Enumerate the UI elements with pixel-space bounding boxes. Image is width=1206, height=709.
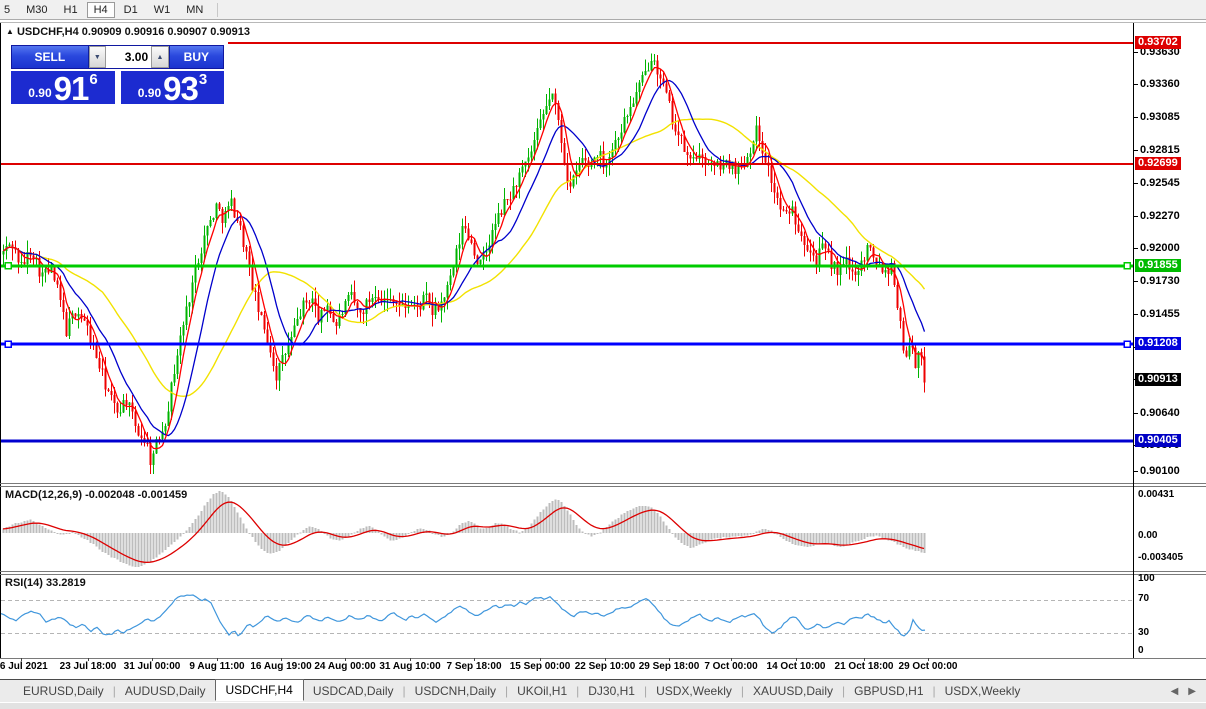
indicator-scale-label: 0.00431 [1138,489,1174,500]
panel-separator[interactable] [0,483,1206,484]
axis-tick-mark [1134,150,1138,151]
axis-tick-mark [1134,248,1138,249]
timeframe-button-h1[interactable]: H1 [57,2,85,18]
rsi-legend: RSI(14) 33.2819 [5,577,86,589]
price-chart-canvas[interactable] [1,23,1133,483]
time-axis-label: 14 Oct 10:00 [767,661,826,672]
chart-tab-eurusd-daily[interactable]: EURUSD,Daily [14,682,113,700]
indicator-scale-label: 100 [1138,573,1155,584]
tab-scroll-left-icon[interactable]: ◀ [1171,686,1179,697]
indicator-scale-label: 30 [1138,627,1149,638]
indicator-scale-label: 0.00 [1138,530,1157,541]
time-axis-tick [796,658,797,661]
axis-tick-mark [1134,471,1138,472]
toolbar-separator [217,3,218,17]
time-axis-label: 31 Jul 00:00 [124,661,181,672]
timeframe-button-d1[interactable]: D1 [117,2,145,18]
axis-tick-mark [1134,183,1138,184]
panel-separator[interactable] [0,571,1206,572]
time-axis-tick [345,658,346,661]
chart-tab-usdchf-h4[interactable]: USDCHF,H4 [215,679,304,701]
rsi-indicator-canvas [1,575,1133,658]
price-level-flag: 0.92699 [1135,157,1181,170]
price-axis-tick: 0.92000 [1140,242,1180,254]
axis-tick-mark [1134,314,1138,315]
axis-tick-mark [1134,413,1138,414]
time-axis-tick [731,658,732,661]
tab-scroll-right-icon[interactable]: ▶ [1188,686,1196,697]
time-axis-tick [88,658,89,661]
price-axis-tick: 0.90100 [1140,465,1180,477]
time-axis-label: 29 Oct 00:00 [899,661,958,672]
axis-tick-mark [1134,52,1138,53]
chart-tab-xauusd-daily[interactable]: XAUUSD,Daily [744,682,842,700]
x-axis-separator [0,658,1206,659]
time-axis-tick [152,658,153,661]
time-axis-tick [669,658,670,661]
price-level-flag: 0.91208 [1135,337,1181,350]
time-axis-label: 29 Sep 18:00 [639,661,700,672]
axis-tick-mark [1134,281,1138,282]
timeframe-button-mn[interactable]: MN [179,2,210,18]
time-axis-label: 7 Sep 18:00 [446,661,501,672]
mt4-window: 5M30H1H4D1W1MN ▲ USDCHF,H4 0.90909 0.909… [0,0,1206,708]
price-axis-tick: 0.93085 [1140,111,1180,123]
chart-tab-usdx-weekly[interactable]: USDX,Weekly [647,682,741,700]
time-axis-label: 16 Jul 2021 [0,661,48,672]
indicator-scale-label: 0 [1138,645,1144,656]
price-axis-tick: 0.91730 [1140,275,1180,287]
chart-tab-bar: EURUSD,Daily|AUDUSD,DailyUSDCHF,H4USDCAD… [0,679,1206,702]
time-axis-tick [864,658,865,661]
price-axis-tick: 0.90640 [1140,407,1180,419]
time-axis-label: 16 Aug 19:00 [250,661,311,672]
current-price-flag: 0.90913 [1135,373,1181,386]
macd-legend: MACD(12,26,9) -0.002048 -0.001459 [5,489,187,501]
time-axis-label: 22 Sep 10:00 [575,661,636,672]
tab-scroll-controls: ◀▶ [1171,686,1196,697]
price-axis-tick: 0.93360 [1140,78,1180,90]
time-axis-label: 21 Oct 18:00 [835,661,894,672]
timeframe-button-h4[interactable]: H4 [87,2,115,18]
time-axis-label: 24 Aug 00:00 [314,661,375,672]
time-axis-tick [217,658,218,661]
chart-tab-usdx-weekly[interactable]: USDX,Weekly [936,682,1030,700]
time-axis-label: 23 Jul 18:00 [60,661,117,672]
chart-tab-ukoil-h1[interactable]: UKOil,H1 [508,682,576,700]
time-axis-tick [928,658,929,661]
time-axis-tick [21,658,22,661]
price-axis-tick: 0.91455 [1140,308,1180,320]
price-level-flag: 0.93702 [1135,36,1181,49]
chart-tab-audusd-daily[interactable]: AUDUSD,Daily [116,682,215,700]
indicator-scale-label: 70 [1138,593,1149,604]
time-axis-tick [474,658,475,661]
time-axis-tick [540,658,541,661]
time-axis-label: 7 Oct 00:00 [704,661,757,672]
time-axis-tick [605,658,606,661]
chart-tab-dj30-h1[interactable]: DJ30,H1 [579,682,644,700]
price-axis-tick: 0.92815 [1140,144,1180,156]
price-axis[interactable]: 0.936300.933600.930850.928150.925450.922… [1133,23,1206,658]
axis-tick-mark [1134,84,1138,85]
price-level-flag: 0.90405 [1135,434,1181,447]
price-axis-tick: 0.92545 [1140,177,1180,189]
chart-tab-usdcnh-daily[interactable]: USDCNH,Daily [406,682,505,700]
timeframe-toolbar: 5M30H1H4D1W1MN [0,0,1206,20]
axis-tick-mark [1134,117,1138,118]
time-axis-tick [281,658,282,661]
time-axis-label: 9 Aug 11:00 [189,661,244,672]
price-level-flag: 0.91855 [1135,259,1181,272]
timeframe-button-5[interactable]: 5 [0,2,17,18]
chart-tab-gbpusd-h1[interactable]: GBPUSD,H1 [845,682,932,700]
time-axis-label: 15 Sep 00:00 [510,661,571,672]
time-axis-label: 31 Aug 10:00 [379,661,440,672]
time-axis-tick [410,658,411,661]
price-axis-tick: 0.92270 [1140,210,1180,222]
timeframe-button-w1[interactable]: W1 [147,2,178,18]
chart-tab-usdcad-daily[interactable]: USDCAD,Daily [304,682,403,700]
indicator-scale-label: -0.003405 [1138,552,1183,563]
timeframe-button-m30[interactable]: M30 [19,2,54,18]
axis-tick-mark [1134,216,1138,217]
